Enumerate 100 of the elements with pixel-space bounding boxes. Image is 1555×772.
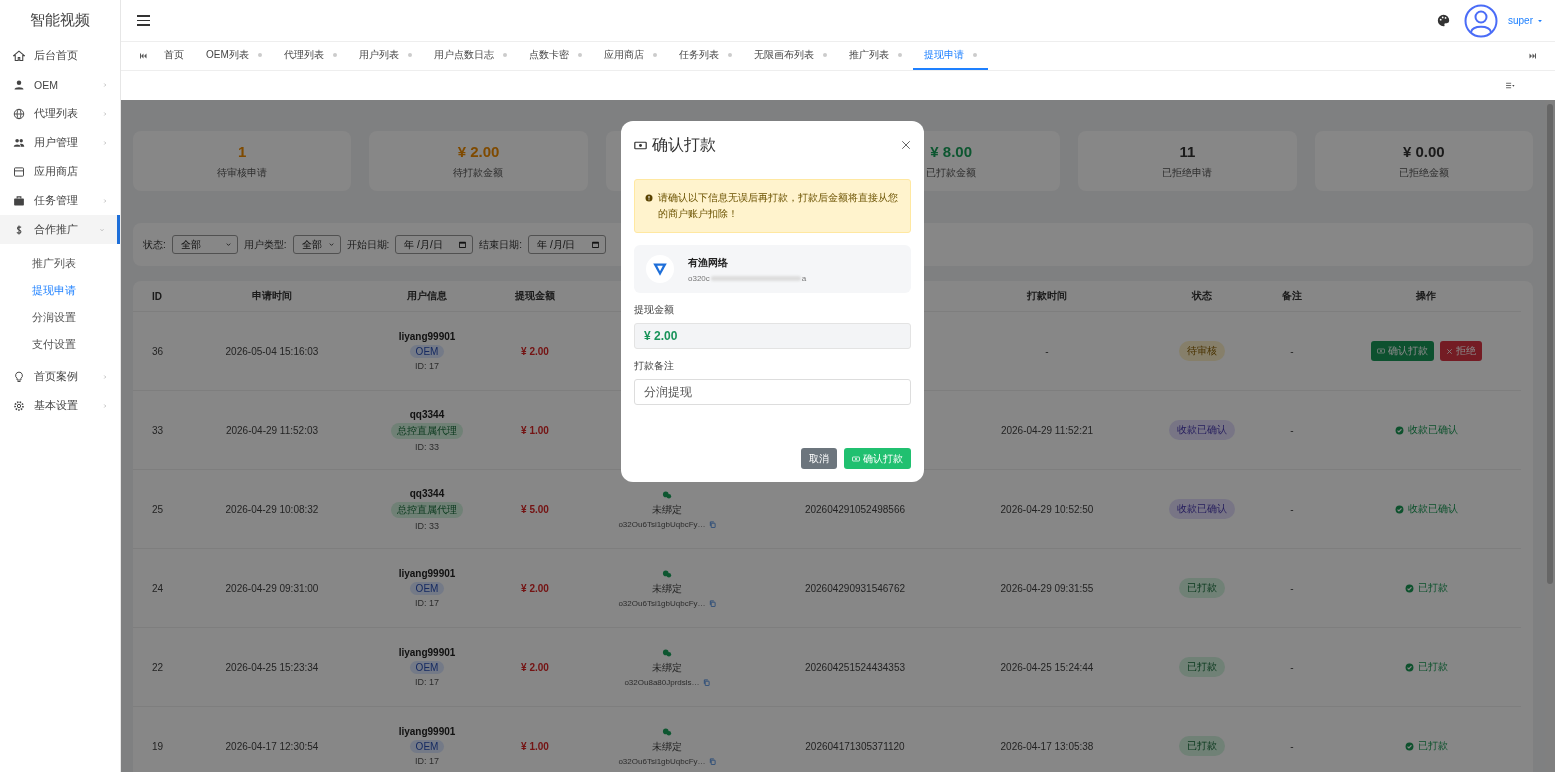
tab[interactable]: 点数卡密 — [517, 42, 593, 70]
shield-logo-icon — [651, 260, 669, 278]
tab[interactable]: 推广列表 — [837, 42, 913, 70]
table-cell: 2026-04-25 15:24:44 — [1000, 661, 1094, 673]
sidebar-item[interactable]: 首页案例 — [0, 362, 120, 391]
close-icon[interactable] — [652, 53, 657, 57]
close-icon[interactable] — [822, 53, 827, 57]
close-icon[interactable] — [332, 53, 337, 57]
column-header: 提现金额 — [515, 289, 555, 303]
briefcase-icon — [13, 194, 25, 207]
close-icon[interactable] — [502, 53, 507, 57]
close-icon[interactable] — [727, 53, 732, 57]
skip-forward-icon — [1529, 52, 1537, 60]
tab[interactable]: 用户列表 — [347, 42, 423, 70]
tab[interactable]: 用户点数日志 — [422, 42, 518, 70]
sidebar-item[interactable]: 基本设置 — [0, 391, 120, 420]
user-menu[interactable]: super — [1508, 15, 1543, 26]
date-field[interactable]: 年 /月/日 — [528, 235, 607, 254]
sidebar-subitem[interactable]: 推广列表 — [0, 250, 120, 277]
user-type-badge: OEM — [409, 740, 445, 753]
table-cell: 19 — [152, 740, 164, 752]
column-header: 用户信息 — [407, 289, 447, 303]
alert-icon — [645, 194, 653, 202]
stat-value: 11 — [1179, 142, 1196, 160]
skip-back-icon — [139, 52, 147, 60]
table-cell: 25 — [152, 503, 164, 515]
filter-select[interactable]: 全部 — [171, 235, 238, 254]
people-icon — [13, 136, 25, 149]
tab[interactable]: 代理列表 — [272, 42, 348, 70]
user-name: qq3344 — [409, 408, 445, 420]
table-cell: - — [1290, 740, 1294, 752]
tab[interactable]: 无限画布列表 — [742, 42, 838, 70]
sidebar-subitem[interactable]: 提现申请 — [0, 277, 120, 304]
table-cell: 202604290931546762 — [804, 582, 906, 594]
table-cell: 22 — [152, 661, 164, 673]
stat-label: 已打款金额 — [926, 165, 977, 180]
sidebar-item[interactable]: OEM — [0, 70, 120, 99]
done-status: 收款已确认 — [1407, 423, 1458, 437]
field-label: 提现金额 — [634, 303, 675, 317]
chat-bubbles-icon — [662, 726, 672, 737]
sidebar-item[interactable]: 用户管理 — [0, 128, 120, 157]
bind-status: 未绑定 — [652, 581, 682, 596]
stat-label: 已拒绝金额 — [1398, 165, 1449, 180]
tab[interactable]: 任务列表 — [667, 42, 743, 70]
avatar-icon[interactable] — [1464, 3, 1498, 38]
sidebar-subitem[interactable]: 支付设置 — [0, 331, 120, 358]
tab[interactable]: 应用商店 — [592, 42, 668, 70]
chat-bubbles-icon — [662, 489, 672, 500]
copy-icon — [702, 678, 710, 686]
account-id: o320c — [688, 273, 710, 283]
bind-status: 未绑定 — [652, 502, 682, 517]
amount-text: ¥ 2.00 — [521, 345, 549, 357]
table-cell: - — [1290, 345, 1294, 357]
sidebar-item[interactable]: 应用商店 — [0, 157, 120, 186]
sidebar-item[interactable]: 合作推广 — [0, 215, 120, 244]
chevron-icon — [99, 226, 105, 233]
table-cell: - — [1290, 503, 1294, 515]
sidebar-subitem[interactable]: 分润设置 — [0, 304, 120, 331]
user-id: ID: 17 — [415, 361, 439, 371]
tab[interactable]: 提现申请 — [912, 42, 988, 70]
sidebar-item[interactable]: 后台首页 — [0, 41, 120, 70]
check-circle-icon — [1404, 583, 1414, 593]
close-button[interactable] — [901, 140, 911, 150]
done-status: 已打款 — [1417, 739, 1448, 753]
table-cell: 2026-04-29 11:52:21 — [1000, 424, 1094, 436]
close-icon[interactable] — [897, 53, 902, 57]
stat-label: 已拒绝申请 — [1162, 165, 1213, 180]
home-icon — [13, 49, 25, 62]
table-cell: 202604251524434353 — [804, 661, 906, 673]
chevron-icon — [102, 402, 108, 409]
status-badge: 已打款 — [1179, 578, 1225, 598]
user-name: liyang99901 — [398, 331, 456, 342]
tab[interactable]: OEM列表 — [195, 42, 273, 70]
sidebar-item[interactable]: 任务管理 — [0, 186, 120, 215]
lightbulb-icon — [13, 370, 25, 383]
amount-text: ¥ 1.00 — [521, 740, 549, 752]
close-icon[interactable] — [577, 53, 582, 57]
caret-icon — [1537, 17, 1543, 24]
chevron-icon — [327, 241, 335, 248]
close-icon[interactable] — [972, 53, 977, 57]
cancel-button[interactable]: 取消 — [801, 448, 837, 469]
menu-icon[interactable] — [137, 15, 150, 26]
close-icon[interactable] — [257, 53, 262, 57]
bind-status: 未绑定 — [652, 660, 682, 675]
filter-select[interactable]: 全部 — [292, 235, 341, 254]
remark-input[interactable]: 分润提现 — [634, 379, 911, 405]
close-icon — [1445, 347, 1453, 355]
table-cell: 2026-05-04 15:16:03 — [225, 345, 319, 357]
tab[interactable]: 首页 — [153, 42, 195, 70]
done-status: 已打款 — [1417, 581, 1448, 595]
table-cell: 24 — [152, 582, 164, 594]
column-header: 操作 — [1416, 289, 1436, 303]
user-name: qq3344 — [409, 487, 445, 499]
close-icon[interactable] — [407, 53, 412, 57]
chevron-icon — [224, 241, 232, 248]
table-cell: 33 — [152, 424, 164, 436]
filter-label: 状态: — [143, 237, 166, 252]
settings-icon — [13, 399, 25, 412]
date-field[interactable]: 年 /月/日 — [395, 235, 474, 254]
sidebar-item[interactable]: 代理列表 — [0, 99, 120, 128]
